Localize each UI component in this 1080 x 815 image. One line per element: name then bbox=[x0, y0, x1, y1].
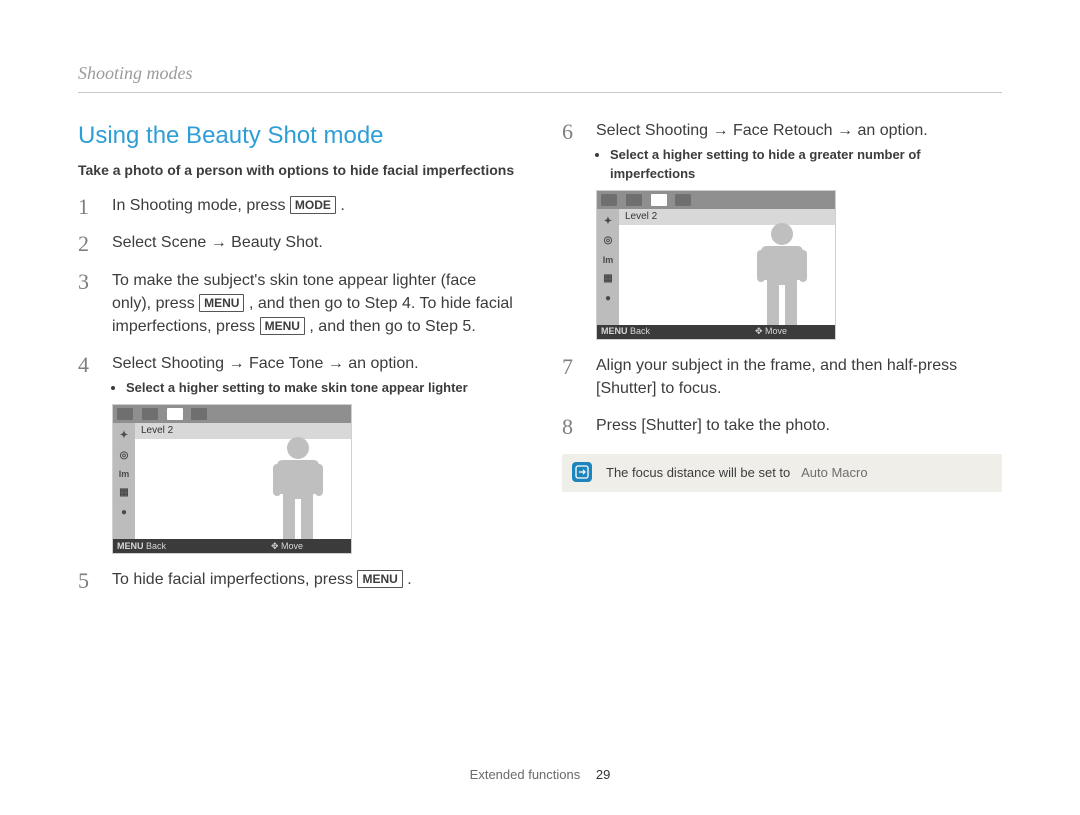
lcd-back-label: Back bbox=[630, 326, 650, 336]
sparkle-icon: ✦ bbox=[120, 429, 128, 444]
step-body: To make the subject's skin tone appear l… bbox=[112, 269, 518, 343]
keycap-menu: MENU bbox=[199, 294, 244, 312]
manual-page: Shooting modes Using the Beauty Shot mod… bbox=[0, 0, 1080, 605]
step-8: 8 Press [Shutter] to take the photo. bbox=[562, 414, 1002, 441]
two-column-layout: Using the Beauty Shot mode Take a photo … bbox=[78, 119, 1002, 605]
option-icon-selected bbox=[651, 194, 667, 206]
step-text: Align your subject in the frame, and the… bbox=[596, 354, 1002, 400]
keycap-menu: MENU bbox=[260, 317, 305, 335]
step-body: To hide facial imperfections, press MENU… bbox=[112, 568, 518, 595]
step-text: Select Shooting → Face Tone → an option. bbox=[112, 352, 518, 375]
step-5: 5 To hide facial imperfections, press ME… bbox=[78, 568, 518, 595]
option-icon bbox=[601, 194, 617, 206]
step-text: . bbox=[407, 571, 411, 588]
step-number: 2 bbox=[78, 231, 98, 258]
step-body: Select Shooting → Face Retouch → an opti… bbox=[596, 119, 1002, 340]
page-footer: Extended functions 29 bbox=[0, 766, 1080, 785]
step-3: 3 To make the subject's skin tone appear… bbox=[78, 269, 518, 343]
lcd-bottombar: MENU Back ✥ Move bbox=[597, 325, 835, 339]
option-icon bbox=[191, 408, 207, 420]
step-7: 7 Align your subject in the frame, and t… bbox=[562, 354, 1002, 404]
footer-section: Extended functions bbox=[470, 767, 581, 782]
lcd-bottombar: MENU Back ✥ Move bbox=[113, 539, 351, 553]
section-lede: Take a photo of a person with options to… bbox=[78, 160, 518, 180]
target-icon: ◎ bbox=[604, 234, 613, 249]
step-bullet: Select a higher setting to hide a greate… bbox=[610, 146, 1002, 184]
right-column: 6 Select Shooting → Face Retouch → an op… bbox=[562, 119, 1002, 605]
step-body: Align your subject in the frame, and the… bbox=[596, 354, 1002, 404]
im-icon: Im bbox=[603, 254, 614, 267]
step-body: Select Shooting → Face Tone → an option.… bbox=[112, 352, 518, 554]
im-icon: Im bbox=[119, 468, 130, 481]
step-text: In Shooting mode, press bbox=[112, 197, 290, 214]
step-text: Press [Shutter] to take the photo. bbox=[596, 414, 1002, 437]
note-text: The focus distance will be set to bbox=[606, 465, 790, 480]
step-text: Select Shooting → Face Retouch → an opti… bbox=[596, 119, 1002, 142]
step-body: Select Scene → Beauty Shot. bbox=[112, 231, 518, 258]
lcd-sidebar: ✦ ◎ Im ▦ ● bbox=[113, 423, 135, 539]
step-4: 4 Select Shooting → Face Tone → an optio… bbox=[78, 352, 518, 554]
lcd-viewport bbox=[135, 439, 351, 539]
option-icon bbox=[142, 408, 158, 420]
left-column: Using the Beauty Shot mode Take a photo … bbox=[78, 119, 518, 605]
target-icon: ◎ bbox=[120, 449, 129, 464]
person-silhouette-icon bbox=[747, 220, 817, 325]
camera-lcd-face-retouch: ✦ ◎ Im ▦ ● Level 2 bbox=[596, 190, 836, 340]
lcd-topbar bbox=[113, 405, 351, 423]
lcd-main: Level 2 bbox=[135, 423, 351, 539]
step-text: Select Scene → Beauty Shot. bbox=[112, 231, 518, 254]
option-icon bbox=[117, 408, 133, 420]
note-value: Auto Macro bbox=[801, 465, 867, 480]
grid-icon: ▦ bbox=[603, 272, 612, 287]
step-number: 4 bbox=[78, 352, 98, 554]
step-number: 6 bbox=[562, 119, 582, 340]
step-number: 3 bbox=[78, 269, 98, 343]
sparkle-icon: ✦ bbox=[604, 215, 612, 230]
running-header: Shooting modes bbox=[78, 60, 1002, 93]
step-text: , and then go to Step 5. bbox=[309, 318, 475, 335]
person-silhouette-icon bbox=[263, 434, 333, 539]
keycap-menu: MENU bbox=[117, 541, 144, 551]
step-bullet: Select a higher setting to make skin ton… bbox=[126, 379, 518, 398]
step-number: 7 bbox=[562, 354, 582, 404]
lcd-topbar bbox=[597, 191, 835, 209]
mic-off-icon: ● bbox=[121, 506, 127, 521]
step-1: 1 In Shooting mode, press MODE . bbox=[78, 194, 518, 221]
lcd-sidebar: ✦ ◎ Im ▦ ● bbox=[597, 209, 619, 325]
option-icon bbox=[626, 194, 642, 206]
option-icon bbox=[675, 194, 691, 206]
step-number: 8 bbox=[562, 414, 582, 441]
footer-page-number: 29 bbox=[596, 767, 610, 782]
mic-off-icon: ● bbox=[605, 292, 611, 307]
step-body: In Shooting mode, press MODE . bbox=[112, 194, 518, 221]
section-title: Using the Beauty Shot mode bbox=[78, 119, 518, 154]
step-6: 6 Select Shooting → Face Retouch → an op… bbox=[562, 119, 1002, 340]
lcd-viewport bbox=[619, 225, 835, 325]
keycap-menu: MENU bbox=[601, 326, 628, 336]
keycap-menu: MENU bbox=[357, 570, 402, 588]
lcd-move-label: Move bbox=[765, 326, 787, 336]
grid-icon: ▦ bbox=[119, 486, 128, 501]
option-icon-selected bbox=[167, 408, 183, 420]
info-note: The focus distance will be set to Auto M… bbox=[562, 454, 1002, 493]
step-text: . bbox=[340, 197, 344, 214]
step-number: 1 bbox=[78, 194, 98, 221]
info-icon bbox=[572, 462, 592, 482]
step-body: Press [Shutter] to take the photo. bbox=[596, 414, 1002, 441]
lcd-move-label: Move bbox=[281, 541, 303, 551]
lcd-back-label: Back bbox=[146, 541, 166, 551]
lcd-main: Level 2 bbox=[619, 209, 835, 325]
step-number: 5 bbox=[78, 568, 98, 595]
keycap-mode: MODE bbox=[290, 196, 336, 214]
camera-lcd-face-tone: ✦ ◎ Im ▦ ● Level 2 bbox=[112, 404, 352, 554]
step-2: 2 Select Scene → Beauty Shot. bbox=[78, 231, 518, 258]
step-text: To hide facial imperfections, press bbox=[112, 571, 357, 588]
